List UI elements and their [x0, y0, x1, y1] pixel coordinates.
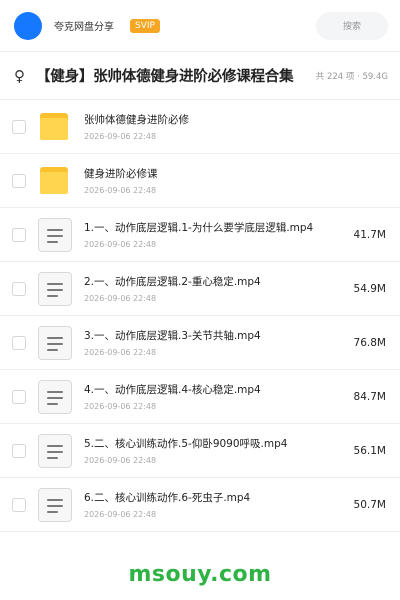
item-name: 6.二、核心训练动作.6-死虫子.mp4	[84, 492, 251, 504]
item-date: 2026-09-06 22:48	[84, 240, 157, 249]
select-checkbox[interactable]	[12, 173, 26, 188]
item-date: 2026-09-06 22:48	[84, 348, 157, 357]
share-title-row: ♀ 【健身】张帅体德健身进阶必修课程合集 共 224 项 · 59.4G	[0, 52, 400, 100]
item-name: 2.一、动作底层逻辑.2-重心稳定.mp4	[84, 276, 261, 288]
search-button[interactable]: 搜索	[316, 11, 388, 40]
search-label: 搜索	[342, 22, 361, 32]
select-checkbox[interactable]	[12, 497, 26, 512]
item-date: 2026-09-06 22:48	[84, 402, 157, 411]
folder-icon	[38, 164, 72, 198]
user-name: 夸克网盘分享	[54, 22, 114, 33]
item-size: 56.1M	[353, 444, 386, 457]
item-name: 3.一、动作底层逻辑.3-关节共轴.mp4	[84, 330, 261, 342]
select-checkbox[interactable]	[12, 281, 26, 296]
item-date: 2026-09-06 22:48	[84, 132, 157, 141]
svip-badge: SVIP	[130, 18, 160, 33]
select-checkbox[interactable]	[12, 227, 26, 242]
document-icon	[38, 271, 72, 306]
item-name: 张帅体德健身进阶必修	[84, 114, 189, 126]
app-header: 夸克网盘分享 SVIP 搜索	[0, 0, 400, 52]
item-size: 50.7M	[353, 498, 386, 511]
item-date: 2026-09-06 22:48	[84, 186, 157, 195]
item-name: 4.一、动作底层逻辑.4-核心稳定.mp4	[84, 384, 261, 396]
select-checkbox[interactable]	[12, 443, 26, 458]
document-icon	[38, 487, 72, 522]
female-symbol-icon: ♀	[14, 66, 25, 85]
item-date: 2026-09-06 22:48	[84, 294, 157, 303]
list-item[interactable]: 张帅体德健身进阶必修 2026-09-06 22:48	[0, 100, 400, 154]
document-icon	[38, 217, 72, 252]
list-item[interactable]: 3.一、动作底层逻辑.3-关节共轴.mp4 2026-09-06 22:48 7…	[0, 316, 400, 370]
item-date: 2026-09-06 22:48	[84, 510, 157, 519]
list-item[interactable]: 健身进阶必修课 2026-09-06 22:48	[0, 154, 400, 208]
document-icon	[38, 325, 72, 360]
item-name: 5.二、核心训练动作.5-仰卧9090呼吸.mp4	[84, 438, 288, 450]
share-title: 【健身】张帅体德健身进阶必修课程合集	[36, 69, 294, 85]
item-name: 健身进阶必修课	[84, 168, 158, 180]
select-checkbox[interactable]	[12, 119, 26, 134]
folder-icon	[38, 110, 72, 144]
share-summary: 共 224 项 · 59.4G	[315, 71, 388, 82]
select-checkbox[interactable]	[12, 389, 26, 404]
item-size: 84.7M	[353, 390, 386, 403]
document-icon	[38, 379, 72, 414]
list-item[interactable]: 1.一、动作底层逻辑.1-为什么要学底层逻辑.mp4 2026-09-06 22…	[0, 208, 400, 262]
list-item[interactable]: 5.二、核心训练动作.5-仰卧9090呼吸.mp4 2026-09-06 22:…	[0, 424, 400, 478]
document-icon	[38, 433, 72, 468]
item-date: 2026-09-06 22:48	[84, 456, 157, 465]
list-item[interactable]: 6.二、核心训练动作.6-死虫子.mp4 2026-09-06 22:48 50…	[0, 478, 400, 532]
item-name: 1.一、动作底层逻辑.1-为什么要学底层逻辑.mp4	[84, 222, 314, 234]
item-size: 76.8M	[353, 336, 386, 349]
file-list: 张帅体德健身进阶必修 2026-09-06 22:48 健身进阶必修课 2026…	[0, 100, 400, 532]
list-item[interactable]: 2.一、动作底层逻辑.2-重心稳定.mp4 2026-09-06 22:48 5…	[0, 262, 400, 316]
avatar[interactable]	[14, 11, 42, 40]
list-item[interactable]: 4.一、动作底层逻辑.4-核心稳定.mp4 2026-09-06 22:48 8…	[0, 370, 400, 424]
item-size: 41.7M	[353, 228, 386, 241]
select-checkbox[interactable]	[12, 335, 26, 350]
watermark: msouy.com	[128, 562, 272, 587]
item-size: 54.9M	[353, 282, 386, 295]
